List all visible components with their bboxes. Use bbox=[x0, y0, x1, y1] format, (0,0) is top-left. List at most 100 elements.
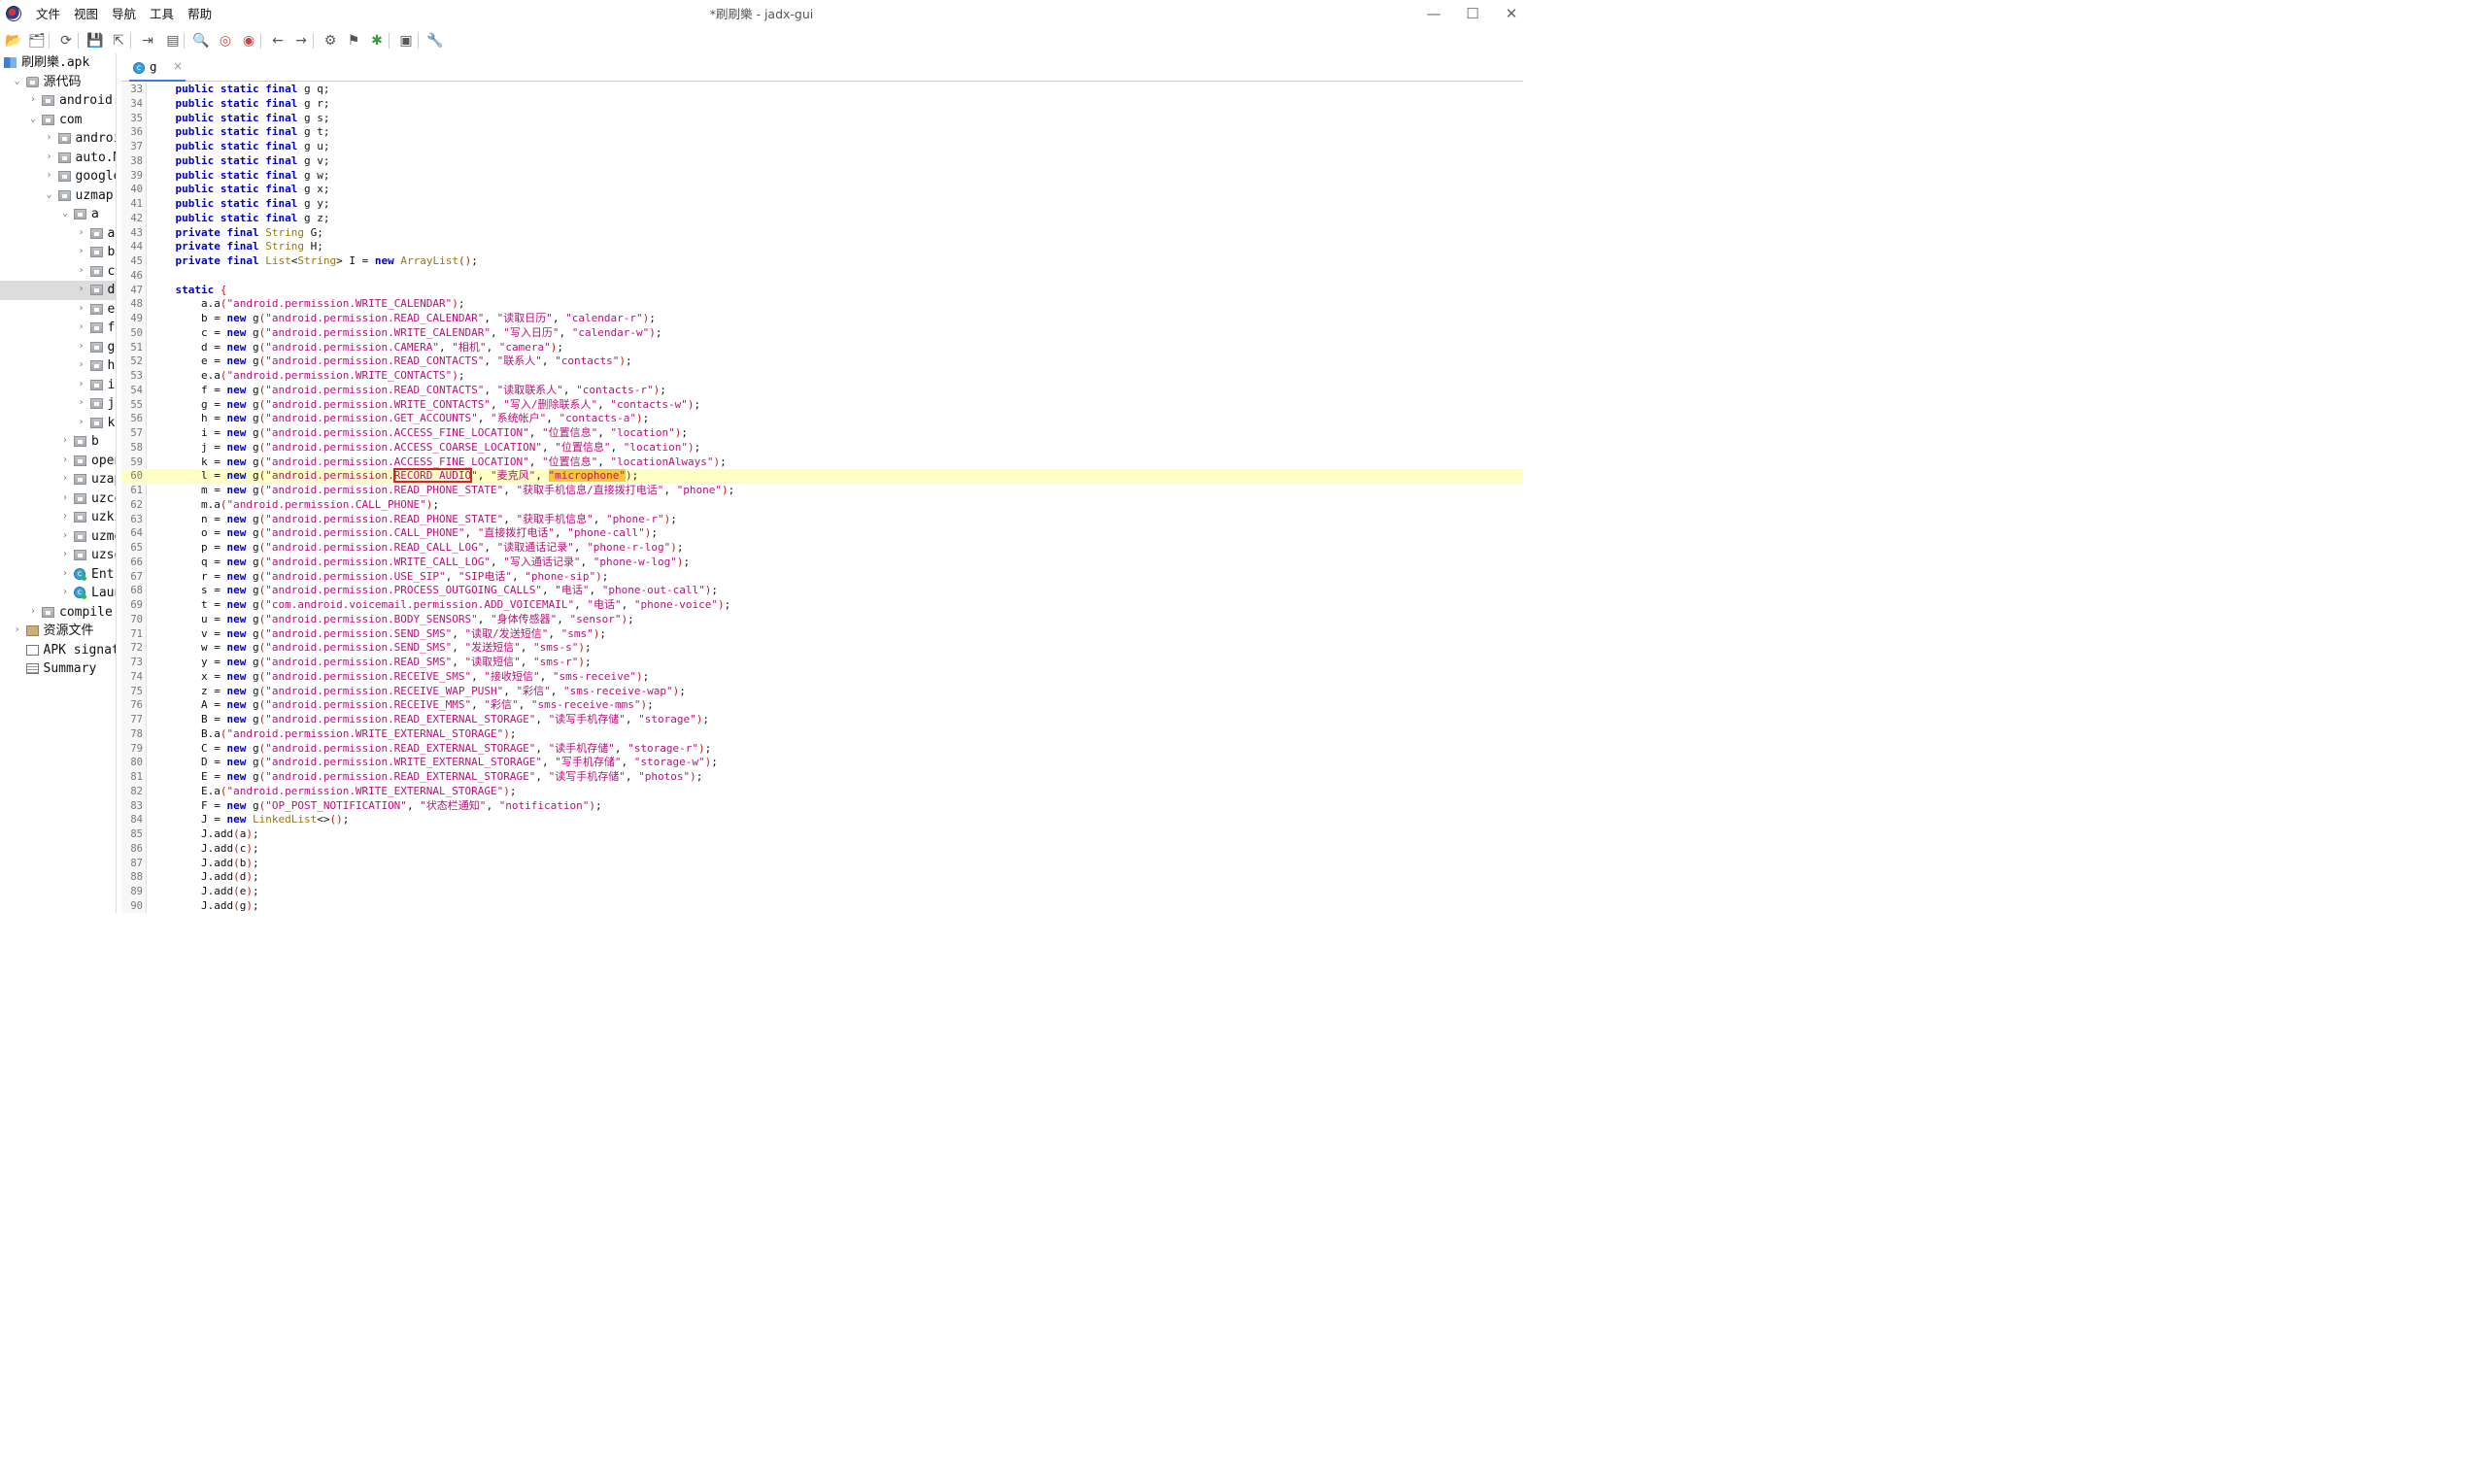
tree-node[interactable]: › uzap bbox=[0, 470, 116, 489]
forward-icon[interactable]: → bbox=[291, 31, 311, 51]
code-line[interactable]: 85 J.add(a); bbox=[121, 827, 1523, 842]
tree-node[interactable]: APK signat bbox=[0, 641, 116, 660]
tree-node[interactable]: › androi bbox=[0, 129, 116, 149]
code-line[interactable]: 50 c = new g("android.permission.WRITE_C… bbox=[121, 326, 1523, 341]
tree-node[interactable]: › g bbox=[0, 338, 116, 357]
tree-node[interactable]: › b bbox=[0, 243, 116, 262]
tree-node[interactable]: › j bbox=[0, 394, 116, 414]
code-line[interactable]: 45 private final List<String> I = new Ar… bbox=[121, 254, 1523, 269]
tree-node[interactable]: › open bbox=[0, 452, 116, 471]
debug-icon[interactable]: ✱ bbox=[367, 31, 387, 51]
chevron-right-icon[interactable]: › bbox=[60, 473, 70, 485]
chevron-right-icon[interactable]: › bbox=[60, 549, 70, 560]
chevron-right-icon[interactable]: › bbox=[60, 511, 70, 523]
chevron-right-icon[interactable]: › bbox=[13, 624, 22, 636]
tree-node[interactable]: › a bbox=[0, 224, 116, 244]
tab-g[interactable]: c g × bbox=[129, 56, 186, 82]
code-line[interactable]: 71 v = new g("android.permission.SEND_SM… bbox=[121, 627, 1523, 642]
chevron-right-icon[interactable]: › bbox=[45, 152, 54, 163]
tree-node[interactable]: › uzmo bbox=[0, 527, 116, 547]
decompile-all-icon[interactable]: ⚙ bbox=[321, 31, 340, 51]
code-line[interactable]: 41 public static final g y; bbox=[121, 197, 1523, 212]
tree-node[interactable]: › d bbox=[0, 281, 116, 300]
tree-node[interactable]: › b bbox=[0, 432, 116, 452]
tree-node[interactable]: ⌄ uzmap. bbox=[0, 186, 116, 206]
chevron-right-icon[interactable]: › bbox=[45, 132, 54, 144]
code-line[interactable]: 40 public static final g x; bbox=[121, 183, 1523, 197]
chevron-right-icon[interactable]: › bbox=[77, 246, 86, 257]
find-usage-icon[interactable]: ◉ bbox=[239, 31, 258, 51]
chevron-right-icon[interactable]: › bbox=[60, 587, 70, 598]
tree-node[interactable]: › uzso bbox=[0, 546, 116, 565]
code-line[interactable]: 90 J.add(g); bbox=[121, 899, 1523, 913]
bookmark-icon[interactable]: ⚑ bbox=[344, 31, 363, 51]
code-line[interactable]: 49 b = new g("android.permission.READ_CA… bbox=[121, 312, 1523, 326]
chevron-right-icon[interactable]: › bbox=[77, 379, 86, 390]
folder-tree-icon[interactable]: ▤ bbox=[163, 31, 183, 51]
menu-tools[interactable]: 工具 bbox=[143, 0, 181, 29]
chevron-right-icon[interactable]: › bbox=[45, 170, 54, 182]
tree-node[interactable]: › k bbox=[0, 414, 116, 433]
code-line[interactable]: 73 y = new g("android.permission.READ_SM… bbox=[121, 656, 1523, 670]
tree-node[interactable]: › c Entr bbox=[0, 565, 116, 585]
code-line[interactable]: 34 public static final g r; bbox=[121, 97, 1523, 112]
menu-file[interactable]: 文件 bbox=[29, 0, 67, 29]
code-line[interactable]: 61 m = new g("android.permission.READ_PH… bbox=[121, 484, 1523, 498]
code-line[interactable]: 68 s = new g("android.permission.PROCESS… bbox=[121, 584, 1523, 598]
chevron-right-icon[interactable]: › bbox=[77, 417, 86, 428]
code-line[interactable]: 59 k = new g("android.permission.ACCESS_… bbox=[121, 455, 1523, 470]
chevron-right-icon[interactable]: › bbox=[77, 341, 86, 353]
menu-help[interactable]: 帮助 bbox=[181, 0, 219, 29]
code-line[interactable]: 79 C = new g("android.permission.READ_EX… bbox=[121, 742, 1523, 757]
chevron-right-icon[interactable]: › bbox=[77, 359, 86, 371]
code-line[interactable]: 58 j = new g("android.permission.ACCESS_… bbox=[121, 441, 1523, 455]
code-line[interactable]: 77 B = new g("android.permission.READ_EX… bbox=[121, 713, 1523, 727]
code-line[interactable]: 51 d = new g("android.permission.CAMERA"… bbox=[121, 341, 1523, 355]
tree-node[interactable]: › h bbox=[0, 356, 116, 376]
chevron-right-icon[interactable]: › bbox=[77, 303, 86, 315]
export-icon[interactable]: ⇱ bbox=[109, 31, 128, 51]
chevron-down-icon[interactable]: ⌄ bbox=[60, 208, 70, 219]
close-window-icon[interactable]: ✕ bbox=[1492, 0, 1531, 29]
code-line[interactable]: 60 l = new g("android.permission.RECORD_… bbox=[121, 468, 1523, 484]
chevron-down-icon[interactable]: ⌄ bbox=[13, 76, 22, 87]
code-line[interactable]: 42 public static final g z; bbox=[121, 212, 1523, 226]
save-all-icon[interactable]: 💾 bbox=[85, 31, 105, 51]
chevron-down-icon[interactable]: ⌄ bbox=[45, 189, 54, 201]
code-line[interactable]: 38 public static final g v; bbox=[121, 154, 1523, 169]
menu-navigation[interactable]: 导航 bbox=[105, 0, 143, 29]
chevron-right-icon[interactable]: › bbox=[77, 265, 86, 277]
code-line[interactable]: 87 J.add(b); bbox=[121, 857, 1523, 871]
code-line[interactable]: 89 J.add(e); bbox=[121, 885, 1523, 899]
code-line[interactable]: 69 t = new g("com.android.voicemail.perm… bbox=[121, 598, 1523, 613]
chevron-right-icon[interactable]: › bbox=[77, 227, 86, 239]
search-text-icon[interactable]: 🔍 bbox=[191, 31, 211, 51]
code-line[interactable]: 67 r = new g("android.permission.USE_SIP… bbox=[121, 570, 1523, 585]
close-tab-icon[interactable]: × bbox=[173, 59, 183, 73]
settings-wrench-icon[interactable]: 🔧 bbox=[425, 31, 445, 51]
code-line[interactable]: 78 B.a("android.permission.WRITE_EXTERNA… bbox=[121, 727, 1523, 742]
code-line[interactable]: 52 e = new g("android.permission.READ_CO… bbox=[121, 354, 1523, 369]
code-line[interactable]: 88 J.add(d); bbox=[121, 870, 1523, 885]
code-line[interactable]: 35 public static final g s; bbox=[121, 112, 1523, 126]
code-line[interactable]: 66 q = new g("android.permission.WRITE_C… bbox=[121, 556, 1523, 570]
tree-node[interactable]: ⌄ com bbox=[0, 111, 116, 130]
chevron-right-icon[interactable]: › bbox=[77, 397, 86, 409]
code-line[interactable]: 76 A = new g("android.permission.RECEIVE… bbox=[121, 698, 1523, 713]
chevron-right-icon[interactable]: › bbox=[60, 455, 70, 466]
tree-node[interactable]: › android. bbox=[0, 91, 116, 111]
code-line[interactable]: 70 u = new g("android.permission.BODY_SE… bbox=[121, 613, 1523, 627]
add-files-icon[interactable]: 🗂 bbox=[27, 31, 47, 51]
code-line[interactable]: 72 w = new g("android.permission.SEND_SM… bbox=[121, 641, 1523, 656]
tree-node[interactable]: › google bbox=[0, 167, 116, 186]
find-class-icon[interactable]: ◎ bbox=[216, 31, 235, 51]
chevron-right-icon[interactable]: › bbox=[60, 492, 70, 504]
sync-icon[interactable]: ⟳ bbox=[56, 31, 76, 51]
flatten-packages-icon[interactable]: ⇥ bbox=[138, 31, 157, 51]
code-line[interactable]: 54 f = new g("android.permission.READ_CO… bbox=[121, 384, 1523, 398]
chevron-right-icon[interactable]: › bbox=[77, 321, 86, 333]
tree-node[interactable]: › c Laun bbox=[0, 584, 116, 603]
tree-node[interactable]: › uzco bbox=[0, 489, 116, 509]
chevron-right-icon[interactable]: › bbox=[60, 530, 70, 542]
code-line[interactable]: 86 J.add(c); bbox=[121, 842, 1523, 857]
